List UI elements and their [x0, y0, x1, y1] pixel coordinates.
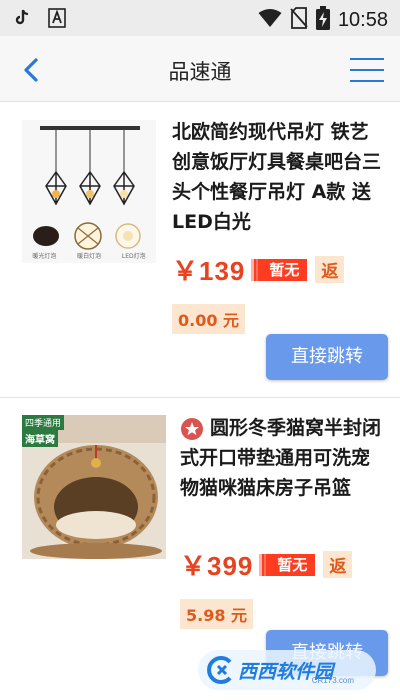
watermark-logo-icon	[204, 654, 236, 686]
product-price: ￥399	[180, 551, 254, 581]
battery-charging-icon	[315, 6, 330, 34]
product-title[interactable]: 圆形冬季猫窝半封闭式开口带垫通用可洗宠物猫咪猫床房子吊篮	[180, 413, 386, 503]
thumb-caption: 暖白灯泡	[77, 253, 102, 260]
thumb-label: 海草窝	[22, 430, 58, 447]
thumb-caption: LED灯泡	[121, 253, 146, 260]
clock: 10:58	[337, 8, 388, 31]
no-sim-icon	[290, 7, 308, 33]
rebate-label: 返	[323, 551, 353, 578]
thumb-captions: 暖光灯泡 暖白灯泡 LED灯泡	[22, 251, 156, 260]
rebate-amount: 0.00 元	[172, 304, 246, 334]
status-badge: 暂无	[251, 258, 308, 281]
font-a-icon	[48, 8, 66, 32]
product-thumbnail: 暖光灯泡 暖白灯泡 LED灯泡	[22, 120, 156, 263]
wifi-icon	[258, 8, 282, 32]
rebate-label: 返	[315, 256, 345, 283]
menu-button[interactable]	[350, 56, 384, 84]
price-row: ￥139 暂无 返	[172, 251, 345, 288]
product-price: ￥139	[172, 256, 246, 286]
thumb-caption: 暖光灯泡	[32, 253, 57, 260]
product-title[interactable]: 北欧简约现代吊灯 铁艺创意饭厅灯具餐桌吧台三头个性餐厅吊灯 A款 送LED白光	[172, 117, 382, 237]
divider	[0, 397, 400, 398]
page-title: 品速通	[168, 60, 232, 84]
tiktok-icon	[14, 9, 30, 31]
product-thumbnail: 四季通用 海草窝	[22, 415, 166, 559]
watermark-sub: CR173.com	[311, 676, 354, 685]
rebate-amount: 5.98 元	[180, 599, 254, 629]
thumb-label: 四季通用	[22, 415, 65, 430]
app-bar: 品速通	[0, 36, 400, 102]
status-badge: 暂无	[259, 553, 316, 576]
product-card[interactable]: 暖光灯泡 暖白灯泡 LED灯泡 北欧简约现代吊灯 铁艺创意饭厅灯具餐桌吧台三头个…	[0, 103, 400, 395]
hamburger-menu-icon	[350, 56, 384, 84]
price-row: ￥399 暂无 返	[180, 546, 353, 583]
jump-button[interactable]: 直接跳转	[266, 334, 388, 380]
watermark: 西西软件园 CR173.com	[198, 650, 376, 690]
status-bar: 10:58	[0, 0, 400, 36]
